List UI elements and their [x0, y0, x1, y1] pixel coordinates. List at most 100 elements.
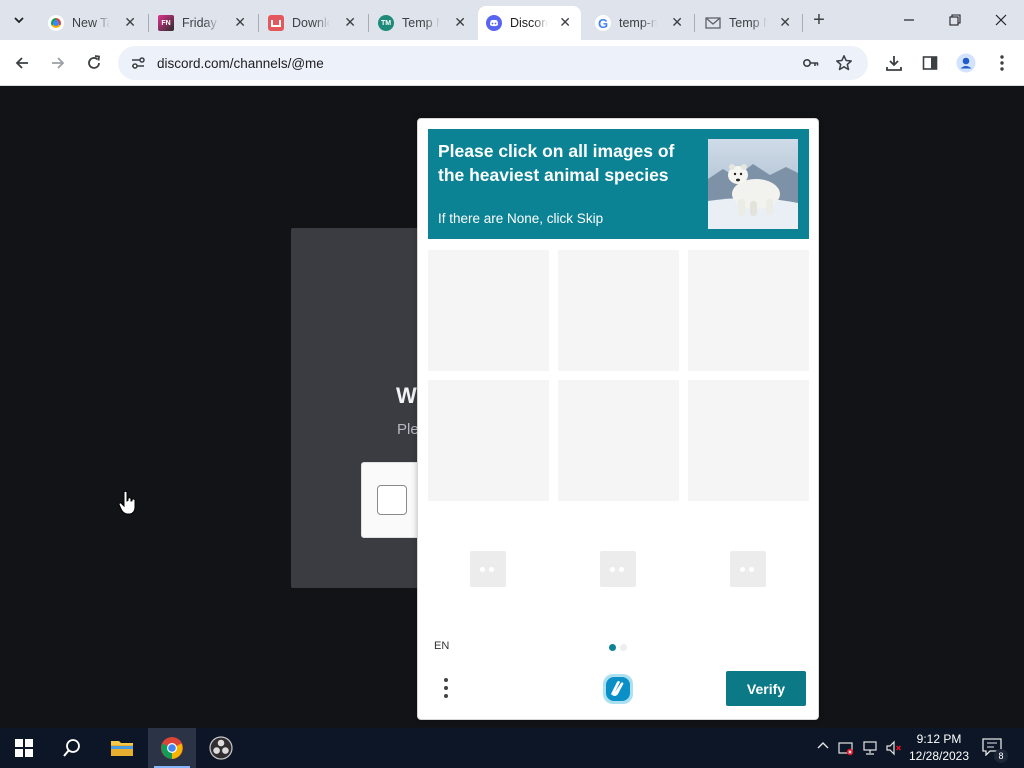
avatar-icon [956, 53, 976, 73]
tab-title: temp-mail [619, 16, 657, 30]
bookmark-star-icon[interactable] [835, 54, 853, 72]
tab-title: Friday Night Funkin [182, 16, 220, 30]
challenge-tile[interactable] [688, 250, 809, 371]
side-panel-icon [922, 56, 938, 70]
close-icon[interactable]: ✕ [234, 14, 246, 31]
challenge-menu-button[interactable] [440, 674, 452, 704]
temp-mail-icon: TM [378, 15, 394, 31]
discord-icon [486, 15, 502, 31]
challenge-tile[interactable] [688, 380, 809, 501]
tab-temp-mail-2[interactable]: Temp Mail ✕ [697, 6, 801, 40]
taskbar-obs-studio[interactable] [197, 728, 245, 768]
volume-muted-icon[interactable] [886, 740, 902, 756]
clock-time: 9:12 PM [916, 732, 962, 746]
folder-icon [111, 741, 133, 756]
modal-heading: W [396, 383, 417, 408]
url-text[interactable]: discord.com/channels/@me [157, 56, 324, 71]
kebab-menu-icon [1000, 55, 1004, 71]
reload-button[interactable] [81, 50, 107, 76]
browser-menu-button[interactable] [989, 50, 1015, 76]
back-button[interactable] [9, 50, 35, 76]
tab-new-tab[interactable]: New Tab ✕ [40, 6, 146, 40]
challenge-tile[interactable] [428, 250, 549, 371]
minimize-icon [904, 19, 914, 21]
arrow-left-icon [15, 57, 28, 69]
show-hidden-icons-chevron[interactable] [815, 740, 831, 756]
taskbar-file-explorer[interactable] [98, 728, 146, 768]
obs-studio-icon [209, 736, 233, 760]
downloads-button[interactable] [881, 50, 907, 76]
mail-icon [705, 15, 721, 31]
address-bar[interactable]: discord.com/channels/@me [118, 46, 868, 80]
loading-placeholder [730, 551, 766, 587]
discord-page: W Ple Please click on all images of the … [0, 87, 1024, 728]
close-icon[interactable]: ✕ [671, 14, 683, 31]
chevron-down-icon [14, 17, 24, 24]
close-icon [995, 14, 1007, 26]
new-tab-button[interactable]: + [808, 9, 830, 31]
forward-button[interactable] [45, 50, 71, 76]
side-panel-button[interactable] [917, 50, 943, 76]
tab-title: Discord [510, 16, 548, 30]
tab-title: Temp Mail [729, 16, 767, 30]
profile-button[interactable] [953, 50, 979, 76]
tab-discord[interactable]: Discord ✕ [478, 6, 581, 40]
modal-subtext: Ple [397, 421, 419, 438]
taskbar-clock[interactable]: 9:12 PM 12/28/2023 [902, 731, 976, 765]
minimize-button[interactable] [886, 0, 932, 40]
fnf-icon: FN [158, 15, 174, 31]
tab-title: New Tab [72, 16, 110, 30]
close-icon[interactable]: ✕ [124, 14, 136, 31]
tab-search-button[interactable] [6, 8, 32, 32]
password-key-icon[interactable] [802, 54, 820, 72]
hcaptcha-widget[interactable] [361, 462, 421, 538]
notification-center-button[interactable]: 8 [982, 738, 1008, 763]
tab-google-temp-mail[interactable]: G temp-mail ✕ [587, 6, 693, 40]
challenge-tile[interactable] [558, 380, 679, 501]
prompt-text: Please click on all images of the heavie… [438, 141, 675, 185]
tab-strip: New Tab ✕ FN Friday Night Funkin ✕ Downl… [0, 0, 1024, 40]
challenge-tile[interactable] [428, 380, 549, 501]
restore-button[interactable] [932, 0, 978, 40]
taskbar-chrome[interactable] [148, 728, 196, 768]
tab-divider [148, 14, 149, 32]
page-indicator-active [609, 644, 616, 651]
close-window-button[interactable] [978, 0, 1024, 40]
plus-icon: + [813, 9, 825, 31]
hcaptcha-logo-icon [601, 672, 635, 706]
chrome-icon [48, 15, 64, 31]
captcha-checkbox[interactable] [377, 485, 407, 515]
tab-download[interactable]: Download ✕ [260, 6, 366, 40]
windows-taskbar: 9:12 PM 12/28/2023 8 [0, 728, 1024, 768]
windows-start-button[interactable] [0, 728, 48, 768]
restore-icon [949, 14, 961, 26]
verify-button[interactable]: Verify [726, 671, 806, 706]
close-icon[interactable]: ✕ [454, 14, 466, 31]
download-icon [886, 56, 902, 71]
tab-divider [368, 14, 369, 32]
loading-placeholder [470, 551, 506, 587]
close-icon[interactable]: ✕ [779, 14, 791, 31]
tab-divider [258, 14, 259, 32]
close-icon[interactable]: ✕ [559, 14, 571, 31]
hcaptcha-challenge: Please click on all images of the heavie… [417, 118, 819, 720]
arrow-right-icon [52, 57, 65, 69]
page-indicator [620, 644, 627, 651]
tab-friday-night-funkin[interactable]: FN Friday Night Funkin ✕ [150, 6, 256, 40]
loading-placeholder [600, 551, 636, 587]
network-icon[interactable] [862, 740, 878, 756]
taskbar-search-button[interactable] [48, 728, 96, 768]
prompt-subtext: If there are None, click Skip [438, 211, 604, 226]
tab-temp-mail[interactable]: TM Temp Mail ✕ [370, 6, 476, 40]
search-icon [63, 739, 80, 757]
site-settings-icon[interactable] [130, 55, 146, 71]
language-selector[interactable]: EN [434, 640, 449, 652]
tab-title: Temp Mail [402, 16, 440, 30]
challenge-tile[interactable] [558, 250, 679, 371]
google-icon: G [595, 15, 611, 31]
download-site-icon [268, 15, 284, 31]
chrome-icon [161, 737, 183, 759]
security-alert-icon[interactable] [838, 740, 854, 756]
tab-title: Download [292, 16, 330, 30]
close-icon[interactable]: ✕ [344, 14, 356, 31]
